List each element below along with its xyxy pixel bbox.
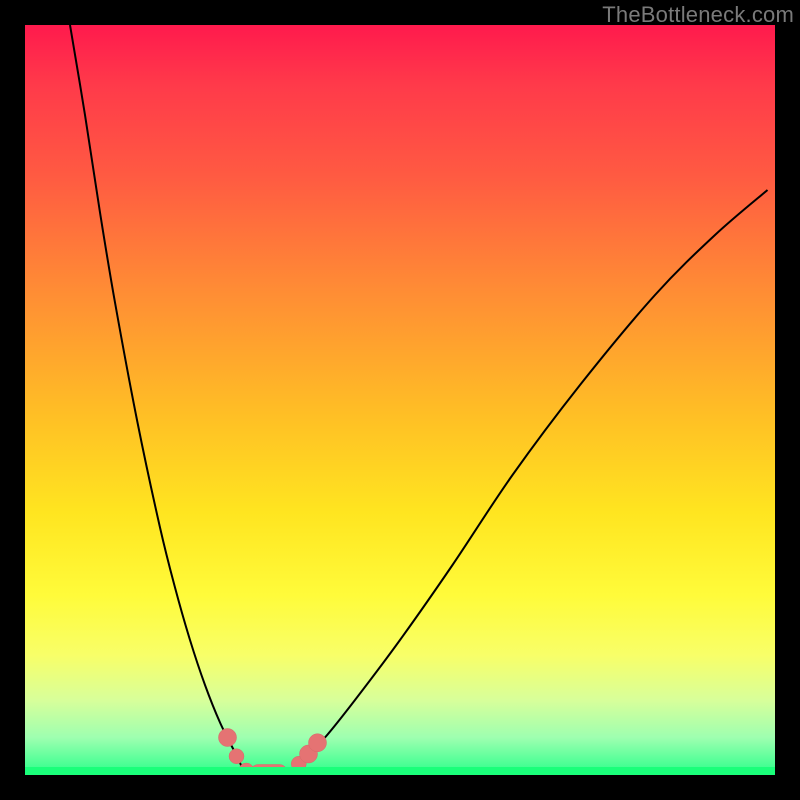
green-baseline-band — [25, 767, 775, 775]
chart-svg — [25, 25, 775, 775]
curve-left-branch — [70, 25, 250, 775]
watermark-text: TheBottleneck.com — [602, 2, 794, 28]
data-marker-5 — [309, 734, 327, 752]
chart-frame: TheBottleneck.com — [0, 0, 800, 800]
data-marker-0 — [219, 729, 237, 747]
chart-plot-area — [25, 25, 775, 775]
data-marker-1 — [229, 749, 244, 764]
curve-right-branch — [288, 190, 768, 775]
